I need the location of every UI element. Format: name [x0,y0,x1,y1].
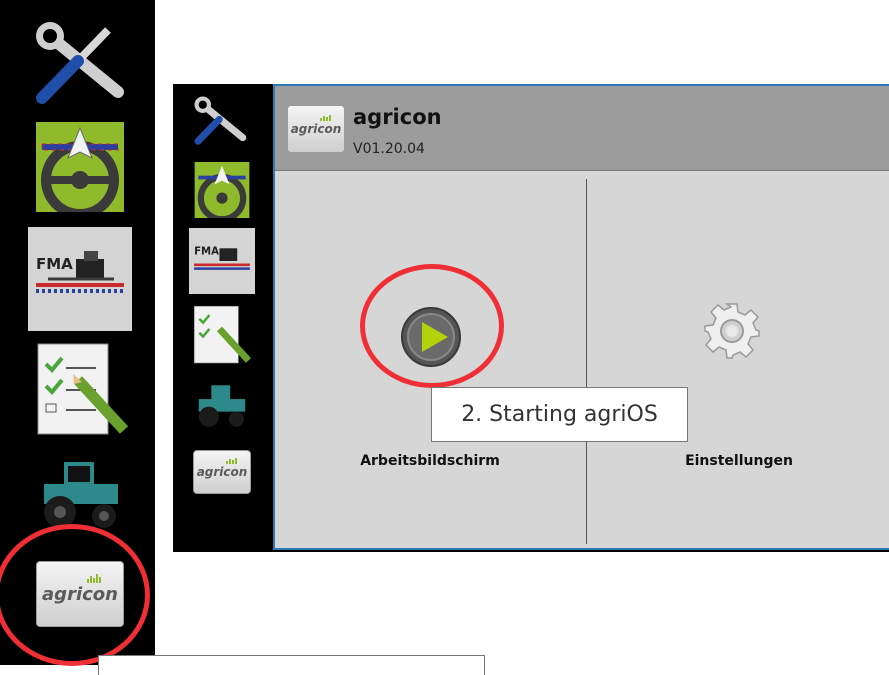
fma-sprayer-icon[interactable]: FMA [189,228,255,294]
task-checklist-icon[interactable] [36,338,129,438]
svg-text:FMA: FMA [36,255,73,273]
app-content: Arbeitsbildschirm Einstellungen [275,171,889,548]
step-callout: 2. Starting agriOS [431,387,688,442]
tools-icon[interactable] [30,20,132,104]
app-logo-text: agricon [290,122,342,136]
settings-label: Einstellungen [685,453,793,469]
fma-sprayer-icon[interactable]: FMA [28,227,132,331]
agricon-bars-icon [320,115,331,121]
app-title: agricon [353,105,442,129]
highlight-circle-play [360,264,504,388]
agricon-bars-icon [226,458,237,464]
gear-icon [704,303,760,359]
app-version: V01.20.04 [353,141,425,157]
step-callout-partial [98,655,485,675]
work-screen-label: Arbeitsbildschirm [360,453,500,469]
small-sidebar: FMA agricon [173,84,273,552]
settings-tile[interactable]: Einstellungen [587,171,889,551]
app-header: agricon agricon V01.20.04 [275,86,889,171]
svg-text:FMA: FMA [194,247,219,258]
tractor-icon[interactable] [195,384,249,428]
agricon-logo-text: agricon [196,465,248,479]
terminal-screen: FMA agricon agricon agricon V01.20.04 Ar… [173,84,889,552]
task-checklist-icon[interactable] [193,302,252,366]
tractor-icon[interactable] [38,460,124,530]
agricon-app-icon[interactable]: agricon [193,450,251,494]
tools-icon[interactable] [191,94,251,146]
steering-guidance-icon[interactable] [36,122,124,219]
highlight-circle-agricon [0,524,150,666]
app-logo: agricon [287,105,345,153]
steering-guidance-icon[interactable] [194,162,250,223]
